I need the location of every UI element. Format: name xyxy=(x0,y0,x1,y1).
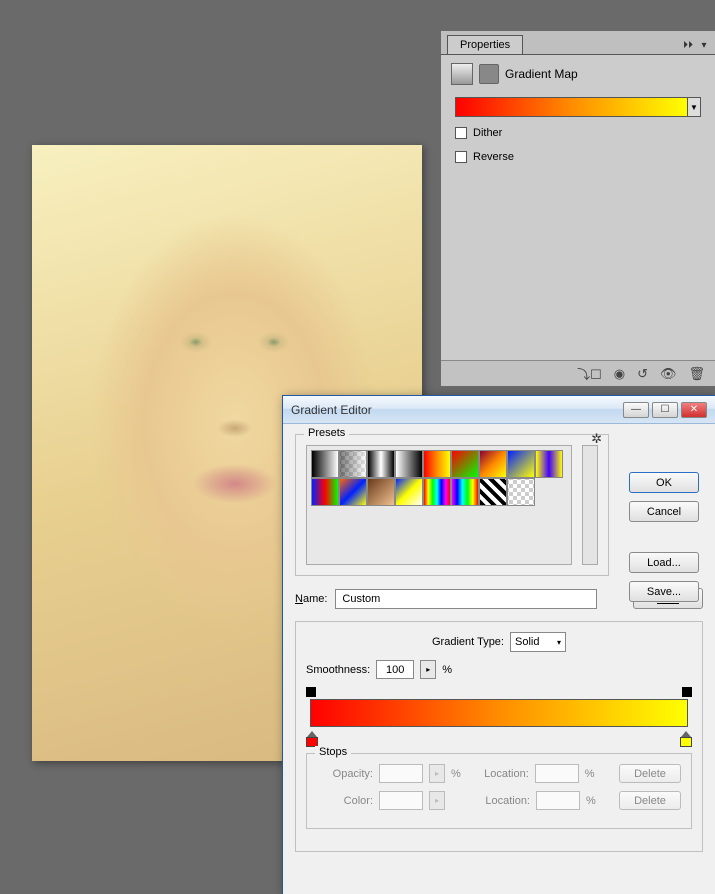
gradient-preview[interactable] xyxy=(455,97,687,117)
color-stop-row: Color: ▸ Location: % Delete xyxy=(317,791,681,810)
dialog-button-column: OK Cancel Load... Save... xyxy=(629,472,699,602)
gradient-type-select[interactable]: Solid▾ xyxy=(510,632,566,652)
gradient-type-row: Gradient Type: Solid▾ xyxy=(306,632,692,652)
dialog-body: OK Cancel Load... Save... Presets xyxy=(283,424,715,894)
presets-group: Presets xyxy=(295,434,609,576)
reverse-checkbox[interactable] xyxy=(455,151,467,163)
opacity-location-input xyxy=(535,764,579,783)
window-close-button[interactable]: ✕ xyxy=(681,402,707,418)
opacity-stop-right[interactable] xyxy=(682,687,692,697)
preset-swatch[interactable] xyxy=(451,450,479,478)
percent-label: % xyxy=(585,768,595,780)
smoothness-input[interactable] xyxy=(376,660,414,679)
gradient-settings-group: Gradient Type: Solid▾ Smoothness: ▸ % St… xyxy=(295,621,703,852)
gradient-map-icon xyxy=(451,63,473,85)
preset-gear-icon[interactable]: ✲ xyxy=(591,431,602,447)
percent-label: % xyxy=(451,768,461,780)
stops-group: Stops Opacity: ▸ % Location: % Delete Co… xyxy=(306,753,692,829)
preset-swatch[interactable] xyxy=(311,450,339,478)
clip-to-layer-icon[interactable]: ⤵☐ xyxy=(577,364,602,383)
color-swatch-input xyxy=(379,791,423,810)
toggle-visibility-icon[interactable]: 👁 xyxy=(660,366,677,382)
stops-label: Stops xyxy=(315,746,351,758)
preset-swatch[interactable] xyxy=(395,478,423,506)
color-label: Color: xyxy=(317,795,373,807)
save-button[interactable]: Save... xyxy=(629,581,699,602)
preset-swatch-grid xyxy=(306,445,572,565)
preset-swatch[interactable] xyxy=(423,450,451,478)
delete-opacity-stop-button: Delete xyxy=(619,764,681,783)
cancel-button[interactable]: Cancel xyxy=(629,501,699,522)
preset-scrollbar[interactable] xyxy=(582,445,598,565)
preset-swatch[interactable] xyxy=(507,450,535,478)
opacity-stop-row: Opacity: ▸ % Location: % Delete xyxy=(317,764,681,783)
window-minimize-button[interactable]: — xyxy=(623,402,649,418)
location-label: Location: xyxy=(468,795,530,807)
percent-label: % xyxy=(442,664,452,676)
smoothness-row: Smoothness: ▸ % xyxy=(306,660,692,679)
adjustment-header: Gradient Map xyxy=(441,55,715,93)
dither-checkbox[interactable] xyxy=(455,127,467,139)
smoothness-label: Smoothness: xyxy=(306,664,370,676)
opacity-input xyxy=(379,764,423,783)
opacity-stop-left[interactable] xyxy=(306,687,316,697)
panel-tab-row: Properties ⏵⏵ ▾ xyxy=(441,31,715,55)
gradient-ramp[interactable] xyxy=(310,699,688,727)
gradient-name-input[interactable] xyxy=(335,589,597,609)
preset-swatch[interactable] xyxy=(507,478,535,506)
gradient-preview-row: ▼ xyxy=(455,97,701,117)
dialog-title: Gradient Editor xyxy=(291,403,372,417)
preset-swatch[interactable] xyxy=(311,478,339,506)
gradient-type-label: Gradient Type: xyxy=(432,636,504,648)
preset-swatch[interactable] xyxy=(339,478,367,506)
panel-footer: ⤵☐ ◉ ↺ 👁 🗑 xyxy=(441,360,715,386)
delete-color-stop-button: Delete xyxy=(619,791,681,810)
preset-swatch[interactable] xyxy=(395,450,423,478)
color-location-input xyxy=(536,791,580,810)
panel-collapse-icon[interactable]: ⏵⏵ xyxy=(681,38,695,52)
percent-label: % xyxy=(586,795,596,807)
gradient-editor-dialog: Gradient Editor — ☐ ✕ OK Cancel Load... … xyxy=(282,395,715,894)
location-label: Location: xyxy=(467,768,529,780)
dither-row: Dither xyxy=(455,127,701,139)
dialog-titlebar[interactable]: Gradient Editor — ☐ ✕ xyxy=(283,396,715,424)
smoothness-spinner[interactable]: ▸ xyxy=(420,660,436,679)
reverse-row: Reverse xyxy=(455,151,701,163)
properties-tab[interactable]: Properties xyxy=(447,35,523,54)
window-maximize-button[interactable]: ☐ xyxy=(652,402,678,418)
gradient-ramp-editor[interactable] xyxy=(306,687,692,743)
preset-swatch[interactable] xyxy=(479,478,507,506)
preset-swatch[interactable] xyxy=(367,478,395,506)
ok-button[interactable]: OK xyxy=(629,472,699,493)
view-previous-icon[interactable]: ◉ xyxy=(614,366,625,382)
gradient-dropdown-button[interactable]: ▼ xyxy=(687,97,701,117)
delete-adjustment-icon[interactable]: 🗑 xyxy=(688,366,705,382)
adjustment-title: Gradient Map xyxy=(505,67,578,81)
dither-label: Dither xyxy=(473,127,502,139)
preset-swatch[interactable] xyxy=(479,450,507,478)
reset-icon[interactable]: ↺ xyxy=(637,366,648,382)
preset-swatch[interactable] xyxy=(451,478,479,506)
opacity-spinner: ▸ xyxy=(429,764,445,783)
preset-swatch[interactable] xyxy=(367,450,395,478)
load-button[interactable]: Load... xyxy=(629,552,699,573)
preset-swatch[interactable] xyxy=(535,450,563,478)
presets-label: Presets xyxy=(304,427,349,439)
reverse-label: Reverse xyxy=(473,151,514,163)
opacity-label: Opacity: xyxy=(317,768,373,780)
color-stop-left[interactable] xyxy=(306,731,318,745)
panel-menu-icon[interactable]: ▾ xyxy=(697,38,711,52)
properties-panel: Properties ⏵⏵ ▾ Gradient Map ▼ Dither Re… xyxy=(440,30,715,387)
color-stop-right[interactable] xyxy=(680,731,692,745)
color-picker-button: ▸ xyxy=(429,791,445,810)
layer-mask-icon xyxy=(479,64,499,84)
preset-swatch[interactable] xyxy=(339,450,367,478)
name-label: Name: xyxy=(295,593,327,605)
preset-swatch[interactable] xyxy=(423,478,451,506)
